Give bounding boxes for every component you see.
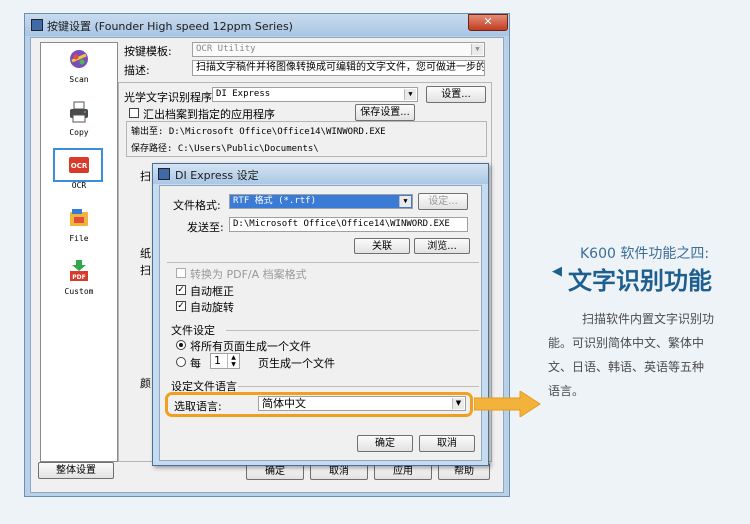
scan-icon bbox=[70, 50, 88, 68]
export-checkbox[interactable] bbox=[129, 108, 139, 118]
export-checkbox-label: 汇出档案到指定的应用程序 bbox=[143, 108, 275, 121]
feature-title: 文字识别功能 bbox=[568, 267, 712, 295]
global-settings-button[interactable]: 整体设置 bbox=[38, 462, 114, 479]
all-pages-radio[interactable] bbox=[176, 340, 186, 350]
pages-stepper[interactable]: 1 ▲ ▼ bbox=[210, 353, 240, 369]
stepper-arrows-icon[interactable]: ▲ ▼ bbox=[227, 354, 239, 368]
partial-label: 扫 bbox=[140, 264, 151, 277]
send-to-label: 发送至: bbox=[187, 221, 224, 234]
feature-description-line: 能。可识别简体中文、繁体中 bbox=[548, 336, 705, 350]
save-path-text: 保存路径: C:\Users\Public\Documents\ bbox=[131, 144, 319, 154]
sidebar-item-file[interactable]: File bbox=[41, 204, 117, 252]
triangle-left-icon: ◀ bbox=[552, 264, 562, 279]
sidebar-item-copy[interactable]: Copy bbox=[41, 98, 117, 146]
select-language-label: 选取语言: bbox=[174, 400, 222, 413]
convert-pdfa-label: 转换为 PDF/A 档案格式 bbox=[190, 268, 307, 281]
template-label: 按键模板: bbox=[124, 45, 172, 58]
ocr-icon: OCR bbox=[69, 157, 89, 173]
send-to-field[interactable]: D:\Microsoft Office\Office14\WINWORD.EXE bbox=[229, 217, 468, 232]
description-field[interactable]: 扫描文字稿件并将图像转换成可编辑的文字文件，您可做进一步的浏览、 bbox=[192, 60, 485, 76]
sidebar-item-scan[interactable]: Scan bbox=[41, 45, 117, 93]
chevron-down-icon: ▼ bbox=[399, 196, 411, 207]
partial-label: 颜 bbox=[140, 377, 151, 390]
every-n-pages-radio[interactable] bbox=[176, 357, 186, 367]
main-window-title: 按键设置 (Founder High speed 12ppm Series) bbox=[47, 20, 293, 33]
convert-pdfa-checkbox[interactable] bbox=[176, 268, 186, 278]
pages-value: 1 bbox=[214, 354, 221, 367]
output-to-text: 输出至: D:\Microsoft Office\Office14\WINWOR… bbox=[131, 127, 386, 137]
app-icon bbox=[31, 19, 43, 31]
browse-button[interactable]: 浏览... bbox=[414, 238, 470, 254]
highlight-arrow-icon bbox=[474, 391, 541, 417]
ocr-settings-button[interactable]: 设置... bbox=[426, 86, 486, 103]
all-pages-label: 将所有页面生成一个文件 bbox=[190, 340, 311, 353]
ocr-program-select[interactable]: DI Express ▼ bbox=[212, 87, 418, 102]
language-value: 简体中文 bbox=[262, 397, 306, 410]
partial-label: 纸 bbox=[140, 247, 151, 260]
auto-deskew-checkbox[interactable]: ✓ bbox=[176, 285, 186, 295]
feature-description-line: 扫描软件内置文字识别功 bbox=[582, 312, 715, 326]
feature-description-line: 语言。 bbox=[548, 384, 585, 398]
every-label: 每 bbox=[190, 357, 201, 370]
sidebar-item-label: Custom bbox=[64, 287, 94, 296]
ocr-program-label: 光学文字识别程序: bbox=[124, 91, 216, 104]
chevron-down-icon: ▼ bbox=[471, 44, 483, 55]
ocr-icon-text: OCR bbox=[71, 162, 88, 170]
sidebar-item-ocr[interactable]: OCR OCR bbox=[41, 148, 117, 199]
dialog-cancel-button[interactable]: 取消 bbox=[419, 435, 475, 452]
file-format-select[interactable]: RTF 格式 (*.rtf) ▼ bbox=[229, 194, 413, 209]
feature-description-line: 文、日语、韩语、英语等五种 bbox=[548, 360, 705, 374]
format-settings-button[interactable]: 设定... bbox=[418, 193, 468, 210]
file-format-value: RTF 格式 (*.rtf) bbox=[233, 196, 317, 206]
chevron-down-icon: ▼ bbox=[452, 398, 464, 409]
description-label: 描述: bbox=[124, 64, 150, 77]
divider bbox=[167, 262, 479, 263]
template-select[interactable]: OCR Utility ▼ bbox=[192, 42, 485, 57]
chevron-down-icon: ▼ bbox=[404, 89, 416, 100]
divider bbox=[238, 386, 479, 387]
main-close-button[interactable]: ✕ bbox=[468, 14, 508, 31]
dialog-ok-button[interactable]: 确定 bbox=[357, 435, 413, 452]
sidebar-item-label: File bbox=[69, 234, 89, 243]
sidebar: Scan Copy OCR OCR File PDF Custom bbox=[40, 42, 118, 462]
sidebar-item-label: Copy bbox=[69, 128, 89, 137]
file-settings-header: 文件设定 bbox=[171, 324, 215, 337]
auto-rotate-checkbox[interactable]: ✓ bbox=[176, 301, 186, 311]
sidebar-item-label: OCR bbox=[71, 181, 87, 190]
main-titlebar[interactable]: 按键设置 (Founder High speed 12ppm Series) ✕ bbox=[25, 14, 509, 36]
dialog-title: DI Express 设定 bbox=[175, 169, 259, 182]
save-settings-button[interactable]: 保存设置... bbox=[355, 104, 415, 121]
sidebar-item-custom[interactable]: PDF Custom bbox=[41, 257, 117, 305]
language-select[interactable]: 简体中文 ▼ bbox=[258, 396, 466, 411]
dialog-titlebar[interactable]: DI Express 设定 bbox=[153, 164, 488, 184]
per-file-label: 页生成一个文件 bbox=[258, 357, 335, 370]
auto-rotate-label: 自动旋转 bbox=[190, 301, 234, 314]
auto-deskew-label: 自动框正 bbox=[190, 285, 234, 298]
file-format-label: 文件格式: bbox=[173, 199, 221, 212]
feature-subtitle: K600 软件功能之四: bbox=[580, 246, 710, 262]
sidebar-item-label: Scan bbox=[69, 75, 89, 84]
partial-label: 扫 bbox=[140, 170, 151, 183]
dialog-app-icon bbox=[158, 168, 170, 180]
printer-icon bbox=[70, 101, 88, 123]
template-value: OCR Utility bbox=[196, 44, 256, 54]
pdf-icon: PDF bbox=[70, 260, 88, 281]
pdf-icon-text: PDF bbox=[72, 274, 85, 281]
file-icon bbox=[70, 209, 88, 226]
link-button[interactable]: 关联 bbox=[354, 238, 410, 254]
divider bbox=[226, 330, 479, 331]
ocr-program-value: DI Express bbox=[216, 89, 271, 99]
